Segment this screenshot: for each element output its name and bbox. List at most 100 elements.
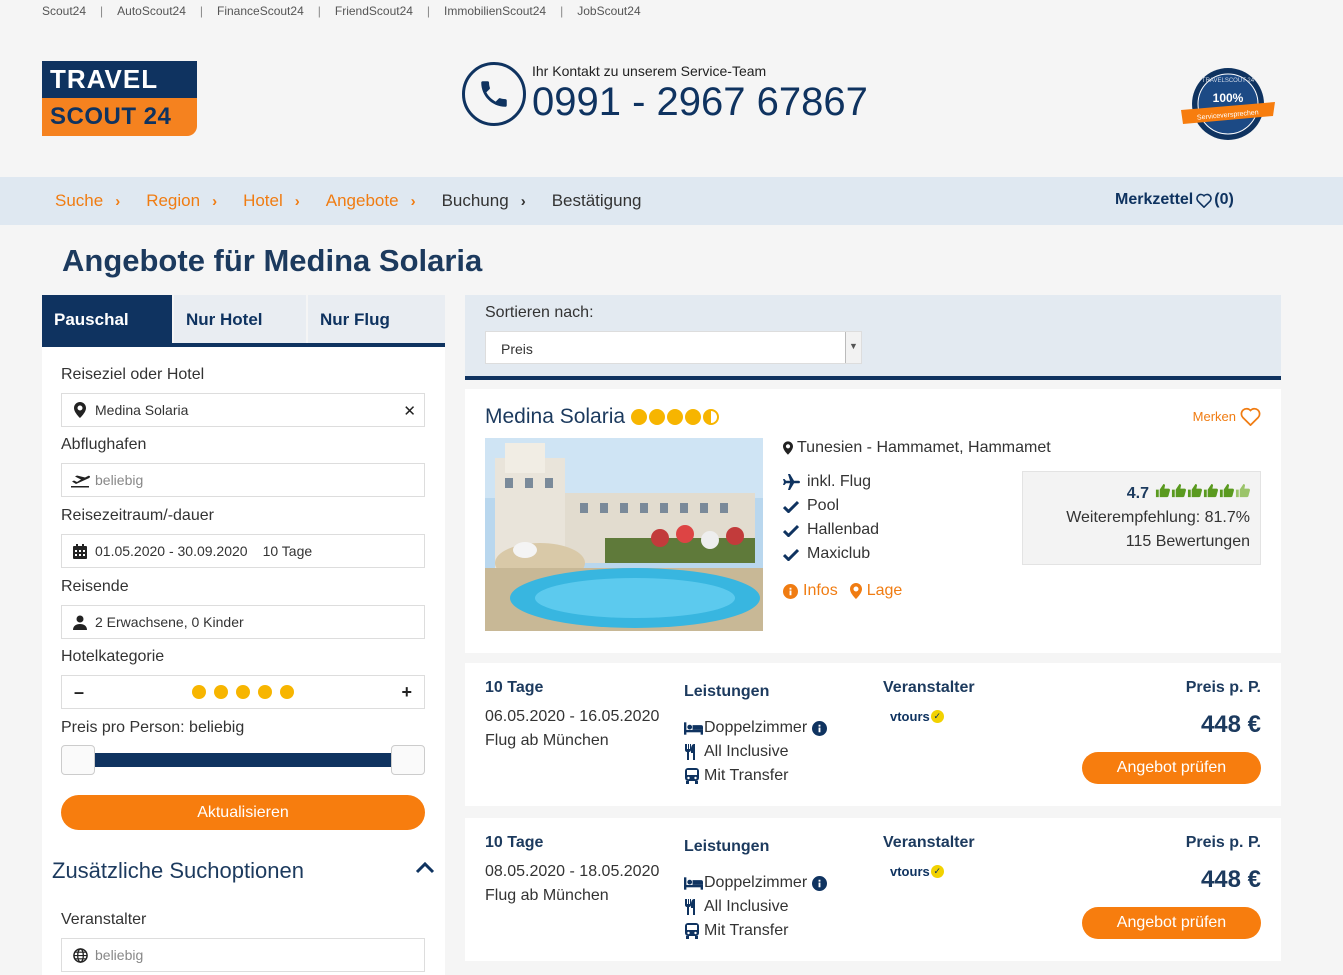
sort-panel: Sortieren nach: Preis ▼ [465,295,1281,380]
breadcrumb-angebote[interactable]: Angebote › [326,191,416,211]
category-star-icon[interactable] [279,685,294,699]
category-star-icon[interactable] [235,685,250,699]
check-offer-button[interactable]: Angebot prüfen [1082,907,1261,939]
logo-line-1: TRAVEL [42,61,197,98]
clear-icon[interactable]: ✕ [403,402,416,420]
search-panel: Reiseziel oder Hotel Medina Solaria ✕ Ab… [42,347,445,975]
service-room: Doppelzimmer [684,874,828,892]
price-label: Preis pro Person: beliebig [61,719,245,736]
airport-input[interactable]: beliebig [61,463,425,497]
travellers-label: Reisende [61,578,129,595]
breadcrumb-hotel[interactable]: Hotel › [243,191,300,211]
chevron-right-icon: › [115,192,121,210]
recommendation-rate: Weiterempfehlung: 81.7% [1066,509,1250,526]
check-icon: ✓ [930,865,944,878]
seal-brand: TRAVELSCOUT 24 [1202,78,1255,84]
merken-button[interactable]: Merken [1193,407,1261,426]
top-link-scout24[interactable]: Scout24 [42,4,86,18]
update-button[interactable]: Aktualisieren [61,795,425,830]
destination-label: Reiseziel oder Hotel [61,366,205,383]
service-promise-seal: 100% Serviceversprechen TRAVELSCOUT 24 [1177,66,1279,142]
hotel-rating-box[interactable]: 4.7 Weiterempfehlung: 81.7% 115 Bewertun… [1022,471,1261,565]
offer-duration: 10 Tage [485,679,544,696]
half-star-icon [703,409,720,425]
infos-link[interactable]: Infos [783,582,838,600]
plus-icon[interactable]: + [401,682,412,703]
breadcrumb-suche[interactable]: Suche › [55,191,120,211]
contact-phone-number[interactable]: 0991 - 2967 67867 [532,80,868,125]
sort-select[interactable]: Preis ▼ [485,331,862,364]
breadcrumb-buchung: Buchung › [441,191,526,210]
operator-placeholder: beliebig [95,947,144,963]
review-count: 115 Bewertungen [1125,533,1250,550]
tab-nur-hotel[interactable]: Nur Hotel [174,295,306,343]
top-links: Scout24 | AutoScout24 | FinanceScout24 | Fr… [42,4,641,18]
offer-price: 448 € [1200,711,1261,738]
top-link-friendscout24[interactable]: FriendScout24 [335,4,413,18]
extra-options-toggle[interactable]: Zusätzliche Suchoptionen [52,858,435,884]
breadcrumb-region[interactable]: Region › [146,191,217,211]
thumbs-up-icon [1203,482,1218,506]
category-star-icon[interactable] [213,685,228,699]
heart-icon [1240,407,1261,426]
hotel-title: Medina Solaria [485,405,720,429]
price-heading: Preis p. P. [1185,679,1261,696]
chevron-up-icon [415,861,435,874]
operator-input[interactable]: beliebig [61,938,425,972]
offer-dates: 08.05.2020 - 18.05.2020 Flug ab München [485,863,660,904]
hotel-photo[interactable] [485,438,763,631]
cutlery-icon [684,899,704,915]
info-icon [783,583,798,599]
merkzettel-link[interactable]: Merkzettel (0) [1115,191,1234,209]
travellers-input[interactable]: 2 Erwachsene, 0 Kinder [61,605,425,639]
price-heading: Preis p. P. [1185,834,1261,851]
info-icon[interactable] [812,875,828,891]
map-pin-icon [783,441,793,455]
period-input[interactable]: 01.05.2020 - 30.09.2020 10 Tage [61,534,425,568]
bed-icon [684,876,704,890]
check-offer-button[interactable]: Angebot prüfen [1082,752,1261,784]
breadcrumb: Suche › Region › Hotel › Angebote › Buchung ›… [55,191,667,211]
plane-icon [783,474,801,490]
top-link-jobscout24[interactable]: JobScout24 [577,4,640,18]
operator-label: Veranstalter [61,911,147,928]
tab-pauschal[interactable]: Pauschal [42,295,172,343]
bus-icon [684,768,704,784]
top-link-immobilienscout24[interactable]: ImmobilienScout24 [444,4,546,18]
vtours-logo: vtours ✓ [890,864,944,879]
page-title: Angebote für Medina Solaria [62,243,483,278]
feature-inkl-flug: inkl. Flug [783,473,871,491]
star-icon [631,409,648,425]
offer-dates: 06.05.2020 - 16.05.2020 Flug ab München [485,708,660,749]
extra-options-title: Zusätzliche Suchoptionen [52,858,304,883]
category-star-icon[interactable] [257,685,272,699]
tab-nur-flug[interactable]: Nur Flug [308,295,445,343]
services-heading: Leistungen [684,683,770,700]
minus-icon[interactable]: – [74,682,84,703]
cutlery-icon [684,744,704,760]
category-star-icon[interactable] [191,685,206,699]
price-slider-track [83,753,403,767]
lage-link[interactable]: Lage [849,582,902,600]
check-icon [783,548,801,561]
price-slider-max-handle[interactable] [391,745,425,775]
price-slider-min-handle[interactable] [61,745,95,775]
travelscout24-logo[interactable]: TRAVEL SCOUT 24 [42,61,197,136]
top-link-autoscout24[interactable]: AutoScout24 [117,4,186,18]
info-icon[interactable] [812,720,828,736]
airport-placeholder: beliebig [95,472,144,488]
top-link-financescout24[interactable]: FinanceScout24 [217,4,304,18]
map-pin-icon [70,402,90,418]
destination-input[interactable]: Medina Solaria ✕ [61,393,425,427]
check-icon [783,524,801,537]
thumbs-up-icon [1219,482,1234,506]
sort-label: Sortieren nach: [485,304,594,321]
bed-icon [684,721,704,735]
hotel-name[interactable]: Medina Solaria [485,405,625,429]
globe-icon [70,947,90,963]
price-slider [61,745,425,775]
map-pin-icon [849,583,862,599]
service-board: All Inclusive [684,743,788,761]
chevron-down-icon: ▼ [845,332,861,363]
rating-thumbs [1155,482,1250,506]
